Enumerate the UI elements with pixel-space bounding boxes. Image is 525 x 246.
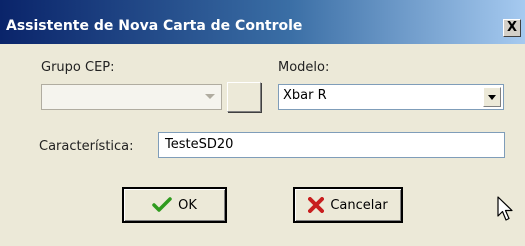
- cancel-label: Cancelar: [330, 197, 388, 213]
- cancel-button[interactable]: Cancelar: [293, 187, 403, 223]
- dialog-body: Grupo CEP: Modelo: Xbar R Característica…: [0, 44, 525, 246]
- mouse-cursor-icon: [497, 196, 513, 221]
- ok-label: OK: [178, 197, 197, 213]
- caracteristica-input[interactable]: TesteSD20: [158, 132, 505, 158]
- x-icon: [308, 197, 325, 213]
- modelo-select[interactable]: Xbar R: [278, 84, 504, 110]
- title-bar: Assistente de Nova Carta de Controle X: [0, 0, 525, 44]
- close-button[interactable]: X: [503, 19, 521, 37]
- close-icon: X: [506, 20, 518, 35]
- caracteristica-label: Característica:: [39, 139, 134, 154]
- checkmark-icon: [152, 197, 172, 212]
- modelo-label: Modelo:: [278, 60, 330, 75]
- grupo-cep-label: Grupo CEP:: [41, 60, 115, 75]
- grupo-cep-browse-button[interactable]: [227, 82, 261, 112]
- chevron-down-icon: [488, 95, 496, 100]
- grupo-cep-select[interactable]: [41, 84, 222, 110]
- chevron-down-icon: [205, 94, 215, 99]
- ok-button[interactable]: OK: [122, 187, 227, 223]
- window-title: Assistente de Nova Carta de Controle: [6, 18, 303, 34]
- modelo-dropdown-button[interactable]: [483, 87, 501, 107]
- modelo-value: Xbar R: [283, 88, 327, 103]
